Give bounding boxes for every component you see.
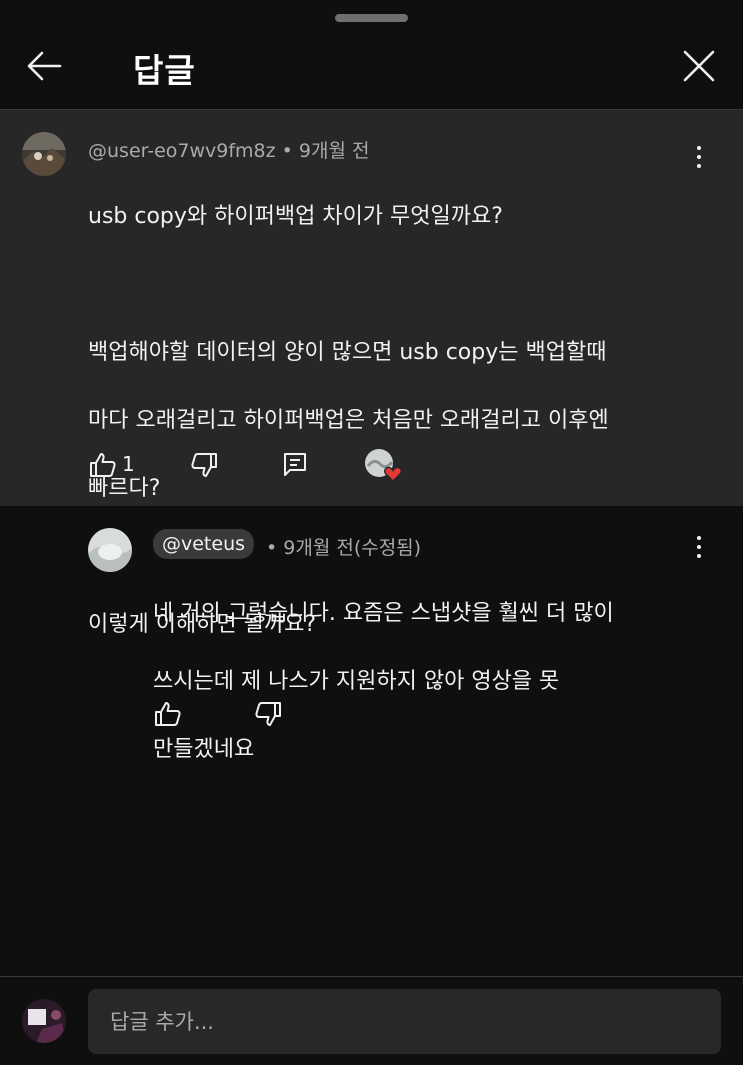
dislike-button[interactable]	[189, 450, 219, 480]
like-button[interactable]	[153, 699, 183, 729]
thumb-down-icon	[255, 702, 281, 726]
back-arrow-icon	[27, 51, 62, 81]
reply-line: 만들겠네요	[153, 737, 255, 762]
reply-time: • 9개월 전(수정됨)	[266, 537, 422, 559]
page-title: 답글	[133, 51, 196, 90]
reply-author-badge[interactable]: @veteus	[153, 529, 255, 559]
comment-line: usb copy와 하이퍼백업 차이가 무엇일까요?	[88, 204, 503, 229]
more-options-button[interactable]	[684, 528, 714, 568]
avatar[interactable]	[22, 132, 66, 176]
more-vert-icon	[697, 536, 701, 540]
reply-text: 네 거의 그렇습니다. 요즘은 스냅샷을 훨씬 더 많이 쓰시는데 제 나스가 …	[153, 563, 723, 801]
parent-comment: @user-eo7wv9fm8z • 9개월 전 usb copy와 하이퍼백업…	[0, 110, 743, 637]
close-button[interactable]	[677, 44, 721, 88]
reply-line: 네 거의 그렇습니다. 요즘은 스냅샷을 훨씬 더 많이	[153, 601, 614, 626]
dislike-button[interactable]	[253, 699, 283, 729]
reply-icon	[284, 453, 306, 476]
thumb-up-icon	[155, 702, 181, 726]
drag-handle[interactable]	[335, 14, 408, 22]
back-button[interactable]	[22, 44, 66, 88]
comment-time: • 9개월 전	[281, 140, 370, 162]
reply-input[interactable]	[88, 989, 721, 1054]
like-button[interactable]	[88, 450, 118, 480]
avatar[interactable]	[22, 999, 66, 1043]
more-vert-icon	[697, 146, 701, 150]
reply-button[interactable]	[281, 450, 309, 478]
comment-author[interactable]: @user-eo7wv9fm8z	[88, 140, 276, 162]
like-count: 1	[122, 452, 135, 476]
heart-icon	[384, 466, 402, 483]
comment-line: 백업해야할 데이터의 양이 많으면 usb copy는 백업할때	[88, 340, 607, 365]
reply-line: 쓰시는데 제 나스가 지원하지 않아 영상을 못	[153, 669, 560, 694]
header: 답글	[0, 0, 743, 110]
thumb-up-icon	[90, 453, 116, 477]
comment-meta: @user-eo7wv9fm8z • 9개월 전	[88, 136, 370, 163]
comment-line: 마다 오래걸리고 하이퍼백업은 처음만 오래걸리고 이후엔	[88, 408, 609, 433]
avatar[interactable]	[88, 528, 132, 572]
comment-line: 빠르다?	[88, 476, 161, 501]
thumb-down-icon	[191, 453, 217, 477]
close-icon	[683, 50, 715, 82]
creator-heart	[364, 448, 404, 484]
comment-line	[88, 268, 728, 302]
